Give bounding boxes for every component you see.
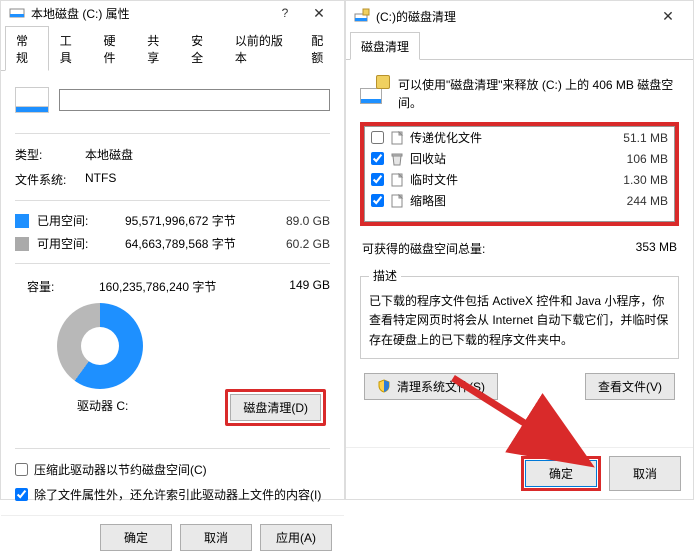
clean-system-files-label: 清理系统文件(S) (397, 378, 485, 395)
cleanup-item-name: 缩略图 (410, 192, 600, 209)
ok-button[interactable]: 确定 (525, 460, 597, 487)
drive-icon (9, 5, 25, 21)
file-icon (390, 194, 404, 208)
disk-cleanup-button[interactable]: 磁盘清理(D) (230, 394, 321, 421)
free-label: 可用空间: (37, 235, 97, 252)
description-group: 描述 已下载的程序文件包括 ActiveX 控件和 Java 小程序，你查看特定… (360, 267, 679, 359)
dialog-buttons: 确定 取消 (346, 447, 693, 499)
view-files-button[interactable]: 查看文件(V) (585, 373, 675, 400)
usage-pie-chart (57, 303, 143, 389)
dialog-buttons: 确定 取消 应用(A) (1, 515, 344, 559)
volume-label-input[interactable] (59, 89, 330, 111)
index-checkbox[interactable] (15, 488, 28, 501)
files-to-delete-list[interactable]: 传递优化文件 51.1 MB 回收站 106 MB 临时文件 1.30 MB 缩略图 244 … (364, 126, 675, 222)
window-title: (C:)的磁盘清理 (376, 8, 456, 25)
cleanup-item[interactable]: 回收站 106 MB (365, 148, 674, 169)
disk-cleanup-icon (354, 8, 370, 24)
tab-sharing[interactable]: 共享 (136, 26, 180, 71)
index-checkbox-row[interactable]: 除了文件属性外，还允许索引此驱动器上文件的内容(I) (15, 486, 330, 503)
titlebar[interactable]: 本地磁盘 (C:) 属性 ? ✕ (1, 1, 344, 25)
compress-checkbox[interactable] (15, 463, 28, 476)
tab-security[interactable]: 安全 (180, 26, 224, 71)
cleanup-item-size: 106 MB (606, 152, 668, 166)
cleanup-item-name: 回收站 (410, 150, 600, 167)
cleanup-item-checkbox[interactable] (371, 173, 384, 186)
total-space-label: 可获得的磁盘空间总量: (362, 240, 485, 257)
type-value: 本地磁盘 (85, 146, 133, 163)
tab-tools[interactable]: 工具 (49, 26, 93, 71)
free-bytes: 64,663,789,568 字节 (105, 235, 268, 252)
free-swatch (15, 237, 29, 251)
apply-button[interactable]: 应用(A) (260, 524, 332, 551)
cleanup-item-checkbox[interactable] (371, 131, 384, 144)
cleanup-item-name: 传递优化文件 (410, 129, 600, 146)
cleanup-item-size: 51.1 MB (606, 131, 668, 145)
ok-button[interactable]: 确定 (100, 524, 172, 551)
cleanup-body: 可以使用"磁盘清理"来释放 (C:) 上的 406 MB 磁盘空间。 传递优化文… (346, 60, 693, 447)
type-label: 类型: (15, 146, 71, 163)
tab-strip: 常规 工具 硬件 共享 安全 以前的版本 配额 (1, 25, 344, 71)
used-bytes: 95,571,996,672 字节 (105, 212, 268, 229)
description-legend: 描述 (369, 267, 401, 286)
capacity-human: 149 GB (276, 278, 330, 295)
ok-button-highlight: 确定 (521, 456, 601, 491)
file-icon (390, 131, 404, 145)
cleanup-item-size: 1.30 MB (606, 173, 668, 187)
compress-checkbox-row[interactable]: 压缩此驱动器以节约磁盘空间(C) (15, 461, 330, 478)
properties-window: 本地磁盘 (C:) 属性 ? ✕ 常规 工具 硬件 共享 安全 以前的版本 配额… (0, 0, 345, 500)
clean-system-files-button[interactable]: 清理系统文件(S) (364, 373, 498, 400)
cleanup-item-checkbox[interactable] (371, 194, 384, 207)
tab-strip: 磁盘清理 (346, 31, 693, 60)
cleanup-intro: 可以使用"磁盘清理"来释放 (C:) 上的 406 MB 磁盘空间。 (398, 76, 679, 112)
capacity-bytes: 160,235,786,240 字节 (65, 278, 276, 295)
used-human: 89.0 GB (276, 214, 330, 228)
tab-quota[interactable]: 配额 (300, 26, 344, 71)
titlebar[interactable]: (C:)的磁盘清理 ✕ (346, 1, 693, 31)
compress-label: 压缩此驱动器以节约磁盘空间(C) (34, 461, 207, 478)
cleanup-icon-large (360, 76, 388, 104)
tab-general[interactable]: 常规 (5, 26, 49, 71)
used-label: 已用空间: (37, 212, 97, 229)
used-swatch (15, 214, 29, 228)
file-icon (390, 173, 404, 187)
cleanup-item[interactable]: 传递优化文件 51.1 MB (365, 127, 674, 148)
index-label: 除了文件属性外，还允许索引此驱动器上文件的内容(I) (34, 486, 321, 503)
cleanup-item[interactable]: 临时文件 1.30 MB (365, 169, 674, 190)
drive-icon-large (15, 87, 49, 113)
window-title: 本地磁盘 (C:) 属性 (31, 5, 130, 22)
help-button[interactable]: ? (268, 1, 302, 25)
cleanup-item-name: 临时文件 (410, 171, 600, 188)
tab-disk-cleanup[interactable]: 磁盘清理 (350, 32, 420, 60)
file-icon (390, 152, 404, 166)
tab-hardware[interactable]: 硬件 (93, 26, 137, 71)
cancel-button[interactable]: 取消 (180, 524, 252, 551)
shield-icon (377, 379, 391, 393)
description-text: 已下载的程序文件包括 ActiveX 控件和 Java 小程序，你查看特定网页时… (369, 292, 670, 350)
capacity-label: 容量: (15, 278, 65, 295)
properties-body: 类型: 本地磁盘 文件系统: NTFS 已用空间: 95,571,996,672 字… (1, 71, 344, 515)
disk-cleanup-window: (C:)的磁盘清理 ✕ 磁盘清理 可以使用"磁盘清理"来释放 (C:) 上的 4… (345, 0, 694, 500)
close-button[interactable]: ✕ (302, 1, 336, 25)
fs-value: NTFS (85, 171, 116, 188)
cancel-button[interactable]: 取消 (609, 456, 681, 491)
cleanup-item[interactable]: 缩略图 244 MB (365, 190, 674, 211)
tab-previous-versions[interactable]: 以前的版本 (224, 26, 300, 71)
close-button[interactable]: ✕ (651, 4, 685, 28)
files-list-highlight: 传递优化文件 51.1 MB 回收站 106 MB 临时文件 1.30 MB 缩略图 244 … (360, 122, 679, 226)
cleanup-item-size: 244 MB (606, 194, 668, 208)
disk-cleanup-highlight: 磁盘清理(D) (225, 389, 326, 426)
fs-label: 文件系统: (15, 171, 71, 188)
total-space-value: 353 MB (636, 240, 677, 257)
free-human: 60.2 GB (276, 237, 330, 251)
cleanup-item-checkbox[interactable] (371, 152, 384, 165)
